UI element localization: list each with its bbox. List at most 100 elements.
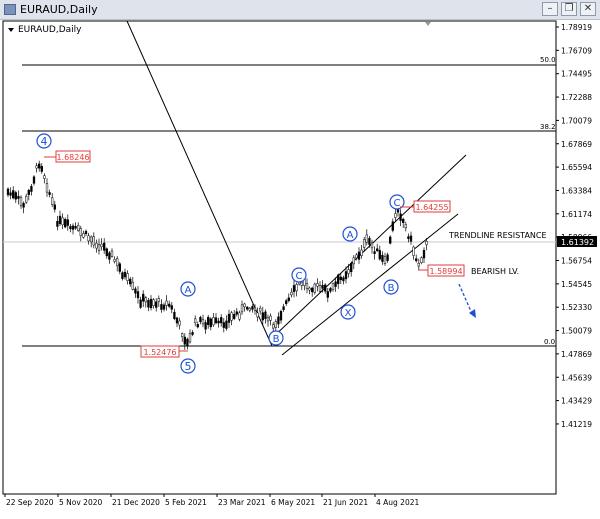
candle-body xyxy=(170,305,173,310)
candle-body xyxy=(6,188,10,196)
candle-body xyxy=(415,258,418,262)
candle-body xyxy=(217,320,220,324)
candle-body xyxy=(175,317,179,324)
candle-body xyxy=(339,276,342,281)
candle-body xyxy=(259,307,262,312)
candle-body xyxy=(149,298,153,309)
candle-body xyxy=(103,242,106,251)
price-tick-label: 1.67869 xyxy=(561,140,592,149)
candle-body xyxy=(295,284,298,292)
candle-body xyxy=(188,333,192,343)
candle-body xyxy=(321,285,324,289)
candle-body xyxy=(300,281,303,286)
candle-body xyxy=(227,313,231,323)
price-tick-label: 1.54545 xyxy=(561,280,592,289)
price-tick-label: 1.50079 xyxy=(561,327,592,336)
price-tick-label: 1.47869 xyxy=(561,350,592,359)
time-axis: 22 Sep 2020 5 Nov 2020 21 Dec 2020 5 Feb 20… xyxy=(4,494,419,507)
candle-body xyxy=(225,320,228,329)
candle-body xyxy=(235,311,238,315)
wave-c1-marker: C xyxy=(291,267,307,283)
candle-body xyxy=(381,254,384,262)
candle-body xyxy=(27,189,30,195)
candle-body xyxy=(386,254,389,261)
restore-button[interactable]: ❐ xyxy=(561,2,577,16)
candle-body xyxy=(105,248,108,257)
candle-body xyxy=(95,242,98,249)
candle-body xyxy=(79,228,82,236)
time-tick-label: 22 Sep 2020 xyxy=(6,498,54,507)
candle-body xyxy=(251,306,254,310)
candle-body xyxy=(77,225,80,231)
candle-body xyxy=(342,277,345,282)
candle-body xyxy=(389,236,392,244)
candle-body xyxy=(66,219,69,226)
fib-50-label: 50.0 xyxy=(540,56,556,64)
candle-body xyxy=(264,311,267,319)
candle-body xyxy=(64,218,67,228)
time-tick-label: 21 Dec 2020 xyxy=(112,498,160,507)
candle-body xyxy=(92,236,95,246)
price-tick-label: 1.74495 xyxy=(561,70,592,79)
candle-body xyxy=(417,263,420,267)
candle-body xyxy=(199,317,202,322)
candle-body xyxy=(87,235,90,242)
candle-body xyxy=(292,285,296,292)
price-tick-label: 1.65594 xyxy=(561,163,592,172)
trendline-resistance-label: TRENDLINE RESISTANCE xyxy=(448,231,547,240)
candle-body xyxy=(355,254,358,259)
candle-body xyxy=(40,166,43,172)
wave-4-marker: 4 xyxy=(36,133,52,149)
candle-body xyxy=(100,243,103,247)
candle-body xyxy=(399,213,402,221)
candle-body xyxy=(287,297,290,301)
candle-body xyxy=(212,317,215,326)
candle-body xyxy=(282,306,285,310)
price-tick-label: 1.70079 xyxy=(561,116,592,125)
candle-body xyxy=(25,196,28,203)
chart-window: EURAUD,Daily – ❐ ✕ EURAUD,Daily 50.0 38.… xyxy=(0,0,600,519)
wave-a1-marker: A xyxy=(180,281,196,297)
svg-text:1.61392: 1.61392 xyxy=(561,238,594,247)
candle-body xyxy=(45,183,49,193)
close-button[interactable]: ✕ xyxy=(580,2,596,16)
plot-frame xyxy=(2,20,557,495)
candle-body xyxy=(331,283,335,290)
candle-body xyxy=(412,246,415,256)
candle-body xyxy=(165,300,168,306)
candle-body xyxy=(35,165,38,169)
candle-body xyxy=(383,256,387,264)
candle-body xyxy=(391,221,394,231)
candle-body xyxy=(48,192,51,195)
time-tick-label: 23 Mar 2021 xyxy=(218,498,266,507)
candle-body xyxy=(110,250,114,257)
candle-body xyxy=(90,236,93,243)
title-bar[interactable]: EURAUD,Daily – ❐ ✕ xyxy=(0,0,600,20)
candle-body xyxy=(162,304,166,310)
svg-text:5: 5 xyxy=(185,360,192,373)
svg-text:1.58994: 1.58994 xyxy=(429,267,462,276)
candle-body xyxy=(30,185,33,192)
candle-body xyxy=(246,306,249,310)
candle-body xyxy=(56,221,59,227)
candle-body xyxy=(74,226,77,229)
candle-body xyxy=(173,311,176,320)
candle-body xyxy=(376,248,379,252)
candle-body xyxy=(58,215,62,224)
candle-body xyxy=(19,196,23,207)
candle-body xyxy=(269,315,272,321)
candle-body xyxy=(196,324,199,328)
minimize-button[interactable]: – xyxy=(542,2,558,16)
candle-body xyxy=(123,271,127,278)
price-chart[interactable]: EURAUD,Daily 50.0 38.2 0.0 4 5 A B C A X… xyxy=(0,20,600,519)
price-tick-label: 1.43429 xyxy=(561,397,592,406)
candle-body xyxy=(17,195,20,199)
candle-body xyxy=(360,249,363,256)
candle-body xyxy=(277,316,280,325)
candle-body xyxy=(142,293,145,302)
candle-body xyxy=(357,251,361,260)
time-tick-label: 21 Jun 2021 xyxy=(323,498,368,507)
price-axis: 1.78919 1.76709 1.74495 1.72288 1.70079 1.678… xyxy=(556,23,592,429)
candle-body xyxy=(207,316,210,325)
price-tick-label: 1.72288 xyxy=(561,93,592,102)
